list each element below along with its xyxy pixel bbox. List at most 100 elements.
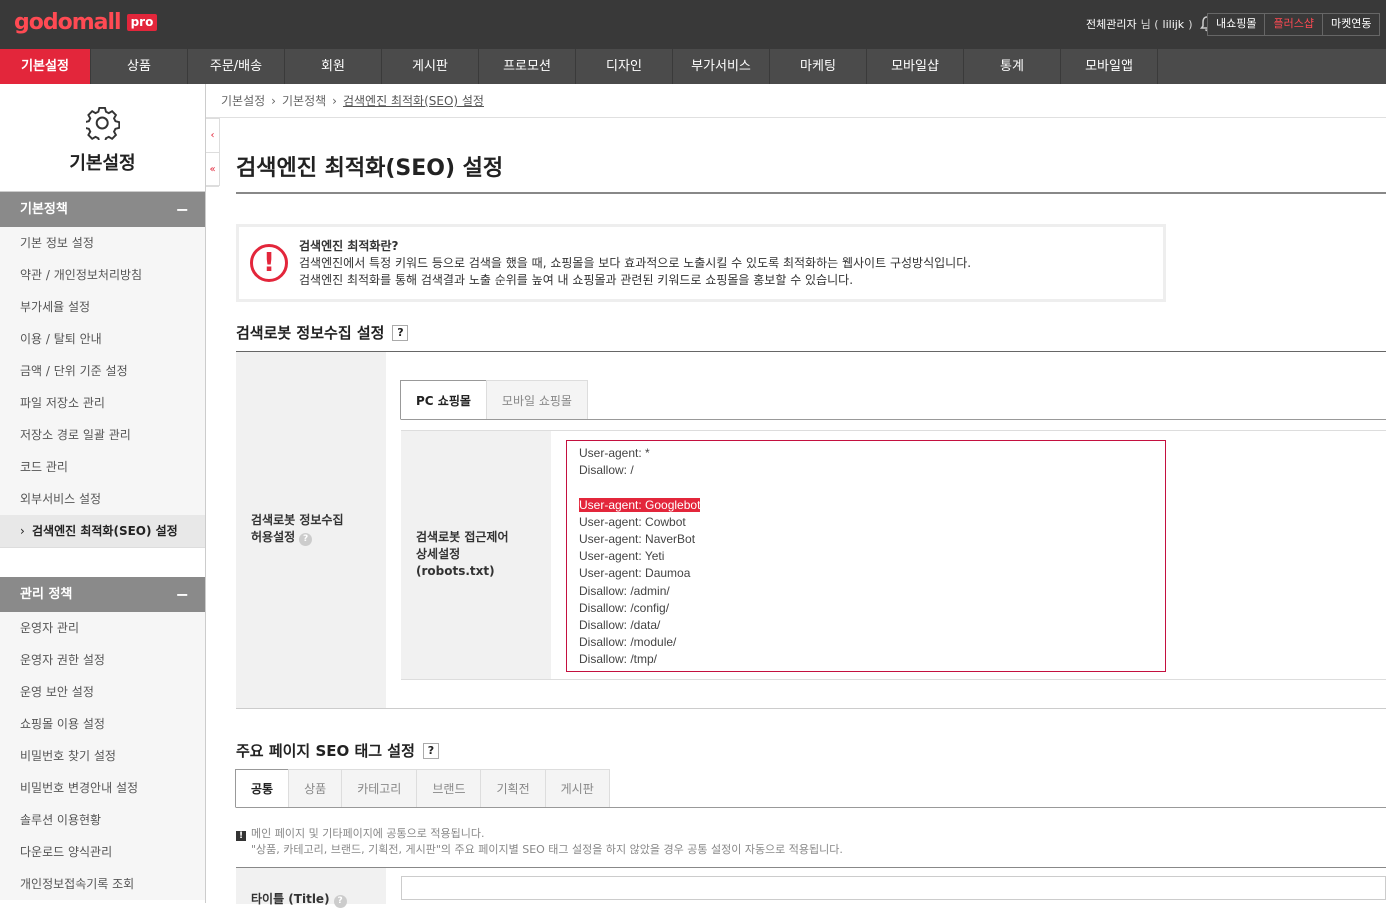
nav-board[interactable]: 게시판 (382, 49, 479, 84)
nav-addon-services[interactable]: 부가서비스 (673, 49, 770, 84)
logo-badge: pro (126, 14, 158, 31)
inner-label-line: 상세설정 (416, 547, 461, 561)
sidebar-item-amount-unit[interactable]: 금액 / 단위 기준 설정 (0, 355, 205, 387)
sidebar-item-operators[interactable]: 운영자 관리 (0, 612, 205, 644)
sidebar-toggle: ‹ « (206, 118, 220, 187)
sidebar-item-seo[interactable]: 검색엔진 최적화(SEO) 설정 (0, 515, 205, 547)
seo-info-text: ! 메인 페이지 및 기타페이지에 공통으로 적용됩니다. "상품, 카테고리,… (236, 826, 843, 858)
tab-brand[interactable]: 브랜드 (416, 769, 482, 808)
breadcrumb-divider (206, 117, 1386, 118)
robots-line: User-agent: Cowbot (579, 514, 686, 529)
info-icon: ! (236, 831, 246, 841)
tab-board[interactable]: 게시판 (544, 769, 610, 808)
sidebar-section-basic-policy[interactable]: 기본정책 − (0, 192, 205, 227)
nav-statistics[interactable]: 통계 (964, 49, 1061, 84)
nav-promotion[interactable]: 프로모션 (479, 49, 576, 84)
nav-basic-settings[interactable]: 기본설정 (0, 49, 91, 84)
section-title-robots: 검색로봇 정보수집 설정 ? (236, 322, 409, 343)
title-divider (236, 192, 1386, 194)
admin-suffix: 님 ( (1140, 18, 1159, 31)
nav-orders[interactable]: 주문/배송 (188, 49, 285, 84)
tabs-divider (401, 419, 1386, 420)
tabs-divider (236, 807, 1386, 808)
section-title-seo-tags: 주요 페이지 SEO 태그 설정 ? (236, 740, 439, 761)
nav-mobile-app[interactable]: 모바일앱 (1061, 49, 1158, 84)
robots-line: Disallow: /module/ (579, 635, 677, 650)
question-icon[interactable]: ? (299, 533, 313, 546)
device-tabs: PC 쇼핑몰 모바일 쇼핑몰 (400, 380, 588, 420)
sidebar-item-terms-privacy[interactable]: 약관 / 개인정보처리방침 (0, 259, 205, 291)
sidebar-item-privacy-access-log[interactable]: 개인정보접속기록 조회 (0, 868, 205, 900)
godomall-logo[interactable]: godomall pro (14, 10, 158, 35)
sidebar: 기본설정 기본정책 − 기본 정보 설정 약관 / 개인정보처리방침 부가세율 … (0, 84, 206, 903)
admin-name: 전체관리자 (1086, 18, 1137, 31)
title-input[interactable] (401, 876, 1386, 900)
sidebar-item-password-change[interactable]: 비밀번호 변경안내 설정 (0, 772, 205, 804)
nav-design[interactable]: 디자인 (576, 49, 673, 84)
robots-line (579, 479, 1153, 496)
breadcrumb: 기본설정 › 기본정책 › 검색엔진 최적화(SEO) 설정 (221, 84, 484, 118)
robots-line: User-agent: * (579, 446, 650, 460)
nav-marketing[interactable]: 마케팅 (770, 49, 867, 84)
sidebar-item-security[interactable]: 운영 보안 설정 (0, 676, 205, 708)
page-title: 검색엔진 최적화(SEO) 설정 (236, 156, 504, 181)
tab-pc-shop[interactable]: PC 쇼핑몰 (400, 380, 487, 420)
sidebar-item-basic-info[interactable]: 기본 정보 설정 (0, 227, 205, 259)
exclamation-icon: ! (250, 244, 288, 282)
sidebar-list-basic-policy: 기본 정보 설정 약관 / 개인정보처리방침 부가세율 설정 이용 / 탈퇴 안… (0, 227, 205, 547)
admin-id: lilijk (1162, 17, 1185, 31)
info-line: "상품, 카테고리, 브랜드, 기획전, 게시판"의 주요 페이지별 SEO 태… (251, 843, 843, 856)
breadcrumb-current[interactable]: 검색엔진 최적화(SEO) 설정 (343, 84, 484, 118)
inner-row-label: 검색로봇 접근제어 상세설정 (robots.txt) (416, 529, 509, 580)
tab-category[interactable]: 카테고리 (341, 769, 418, 808)
sidebar-item-password-find[interactable]: 비밀번호 찾기 설정 (0, 740, 205, 772)
seo-notice-box: ! 검색엔진 최적화란? 검색엔진에서 특정 키워드 등으로 검색을 했을 때,… (236, 224, 1166, 302)
robots-line: Disallow: / (579, 463, 634, 478)
question-icon[interactable]: ? (333, 895, 347, 908)
tab-mobile-shop[interactable]: 모바일 쇼핑몰 (485, 380, 588, 420)
row-label-line: 검색로봇 정보수집 (251, 513, 344, 527)
robots-txt-textarea[interactable]: User-agent: * Disallow: / User-agent: Go… (566, 440, 1166, 672)
sidebar-section-admin-policy[interactable]: 관리 정책 − (0, 577, 205, 612)
collapse-minus-icon[interactable]: − (176, 577, 189, 612)
seo-tag-table: 타이틀 (Title)? (236, 867, 1386, 908)
breadcrumb-item[interactable]: 기본정책 (282, 84, 326, 118)
section-title: 기본정책 (20, 202, 68, 217)
my-shop-button[interactable]: 내쇼핑몰 (1207, 13, 1266, 36)
row-label: 검색로봇 정보수집 허용설정? (251, 512, 344, 546)
nav-members[interactable]: 회원 (285, 49, 382, 84)
collapse-minus-icon[interactable]: − (176, 192, 189, 227)
sidebar-header: 기본설정 (0, 84, 205, 192)
nav-mobile-shop[interactable]: 모바일샵 (867, 49, 964, 84)
admin-info: 전체관리자 님 (lilijk) (1086, 16, 1215, 32)
breadcrumb-item[interactable]: 기본설정 (221, 84, 265, 118)
tab-product[interactable]: 상품 (288, 769, 343, 808)
sidebar-item-vat[interactable]: 부가세율 설정 (0, 291, 205, 323)
plus-shop-button[interactable]: 플러스샵 (1264, 13, 1323, 36)
help-icon[interactable]: ? (392, 324, 409, 341)
gear-icon (83, 106, 120, 144)
section-title: 관리 정책 (20, 587, 73, 602)
row-header: 타이틀 (Title)? (236, 868, 386, 908)
inner-row-header: 검색로봇 접근제어 상세설정 (robots.txt) (401, 431, 551, 679)
sidebar-item-solution-usage[interactable]: 솔루션 이용현황 (0, 804, 205, 836)
tab-common[interactable]: 공통 (235, 769, 290, 808)
logo-text: godomall (14, 10, 122, 35)
sidebar-list-admin-policy: 운영자 관리 운영자 권한 설정 운영 보안 설정 쇼핑몰 이용 설정 비밀번호… (0, 612, 205, 900)
sidebar-item-operator-permissions[interactable]: 운영자 권한 설정 (0, 644, 205, 676)
market-link-button[interactable]: 마켓연동 (1321, 13, 1381, 36)
sidebar-item-file-storage[interactable]: 파일 저장소 관리 (0, 387, 205, 419)
tab-exhibition[interactable]: 기획전 (480, 769, 546, 808)
robots-line: User-agent: NaverBot (579, 531, 696, 546)
sidebar-item-download-forms[interactable]: 다운로드 양식관리 (0, 836, 205, 868)
inner-label-line: (robots.txt) (416, 564, 495, 578)
sidebar-item-code[interactable]: 코드 관리 (0, 451, 205, 483)
sidebar-item-external-service[interactable]: 외부서비스 설정 (0, 483, 205, 515)
nav-products[interactable]: 상품 (91, 49, 188, 84)
sidebar-item-shop-usage[interactable]: 쇼핑몰 이용 설정 (0, 708, 205, 740)
scroll-top-icon[interactable]: « (206, 153, 219, 187)
collapse-left-icon[interactable]: ‹ (206, 119, 219, 153)
sidebar-item-join-leave[interactable]: 이용 / 탈퇴 안내 (0, 323, 205, 355)
help-icon[interactable]: ? (422, 742, 439, 759)
sidebar-item-storage-path[interactable]: 저장소 경로 일괄 관리 (0, 419, 205, 451)
